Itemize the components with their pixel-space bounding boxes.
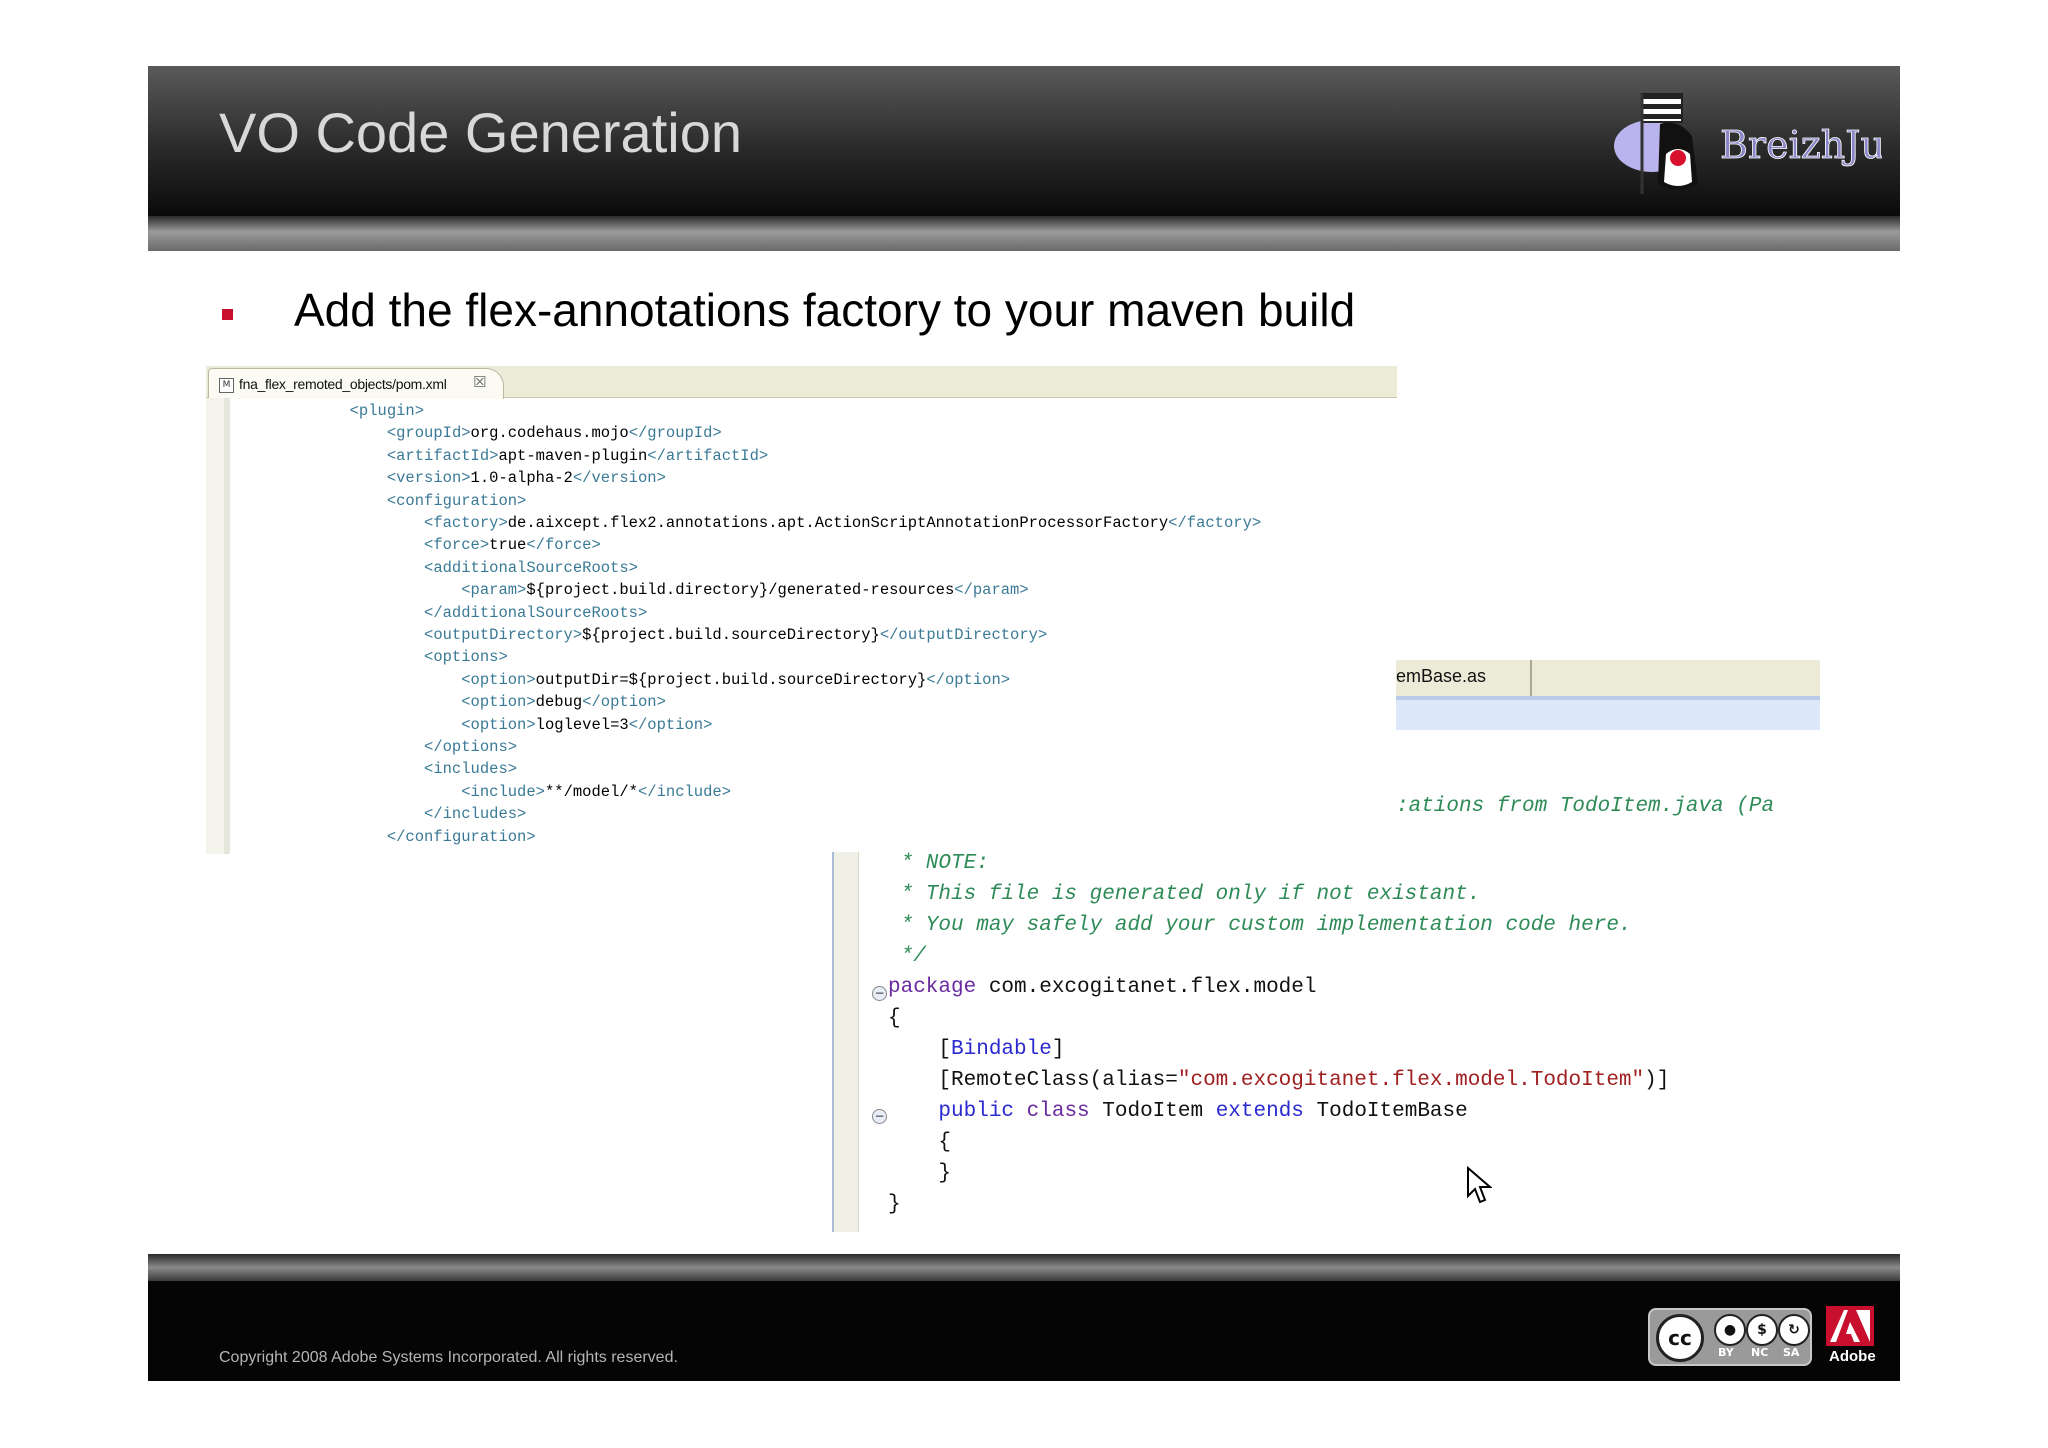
nc-icon: $ — [1746, 1314, 1778, 1346]
code-line: { — [888, 1131, 952, 1154]
footer-band — [148, 1254, 1900, 1281]
maven-file-icon: M — [219, 378, 234, 393]
code-line: <plugin> — [349, 402, 425, 420]
code-line: * You may safely add your custom impleme… — [888, 914, 1632, 937]
tab-pom-xml[interactable]: M fna_flex_remoted_objects/pom.xml ☒ — [208, 368, 504, 399]
code-line: <option>debug</option> — [461, 693, 666, 712]
code-line: <factory>de.aixcept.flex2.annotations.ap… — [424, 514, 1262, 532]
creative-commons-badge: cc ● $ ↻ BY NC SA — [1648, 1308, 1812, 1366]
license-label-by: BY — [1718, 1346, 1734, 1359]
cc-icon: cc — [1656, 1314, 1704, 1362]
tab-label: fna_flex_remoted_objects/pom.xml — [239, 376, 447, 392]
code-line: [RemoteClass(alias="com.excogitanet.flex… — [888, 1069, 1670, 1092]
code-line: */ — [888, 945, 926, 968]
bullet-marker — [222, 309, 233, 320]
code-line: <configuration> — [386, 491, 527, 510]
editor-gutter — [206, 398, 225, 854]
xml-code-area[interactable]: <plugin> <groupId>org.codehaus.mojo</gro… — [238, 400, 1397, 854]
code-line: { — [888, 1007, 901, 1030]
fold-collapse-icon[interactable]: − — [872, 1109, 887, 1124]
slide-title: VO Code Generation — [219, 101, 742, 164]
mouse-pointer-icon — [1467, 1166, 1492, 1204]
code-line: package com.excogitanet.flex.model — [888, 976, 1317, 999]
editor-highlight-strip — [1396, 700, 1820, 730]
code-line: <additionalSourceRoots> — [424, 558, 638, 577]
tab-separator — [1530, 660, 1532, 696]
code-line: </additionalSourceRoots> — [424, 603, 648, 622]
copyright-text: Copyright 2008 Adobe Systems Incorporate… — [219, 1349, 678, 1366]
as-code-area[interactable]: * NOTE: * This file is generated only if… — [888, 852, 1828, 1232]
code-line: [Bindable] — [888, 1038, 1065, 1061]
sa-icon: ↻ — [1778, 1314, 1810, 1346]
close-icon[interactable]: ☒ — [473, 373, 486, 391]
code-line: <force>true</force> — [424, 536, 601, 555]
tab-todoitembase-as[interactable]: emBase.as — [1396, 666, 1486, 687]
code-line: <options> — [424, 648, 508, 667]
license-label-nc: NC — [1751, 1346, 1769, 1359]
code-line: <option>outputDir=${project.build.source… — [461, 670, 1011, 689]
actionscript-editor[interactable]: − − * NOTE: * This file is generated onl… — [832, 852, 1832, 1232]
code-line: </includes> — [424, 805, 527, 824]
code-line: public class TodoItem extends TodoItemBa… — [888, 1100, 1468, 1123]
overview-ruler — [224, 398, 230, 854]
code-line: <outputDirectory>${project.build.sourceD… — [424, 626, 1048, 644]
by-icon: ● — [1714, 1314, 1746, 1346]
duke-mascot-with-breton-flag-icon — [1614, 93, 1698, 194]
logo-wordmark: BreizhJug — [1720, 123, 1882, 167]
code-line: <option>loglevel=3</option> — [461, 715, 713, 734]
editor-gutter — [832, 852, 859, 1232]
code-line: } — [888, 1193, 901, 1216]
code-line: * NOTE: — [888, 852, 989, 875]
code-line: <param>${project.build.directory}/genera… — [461, 581, 1029, 600]
code-line: } — [888, 1162, 952, 1185]
fold-collapse-icon[interactable]: − — [872, 986, 887, 1001]
pom-xml-editor[interactable]: M fna_flex_remoted_objects/pom.xml ☒ <pl… — [206, 366, 1397, 854]
code-line: <artifactId>apt-maven-plugin</artifactId… — [386, 446, 769, 465]
partial-comment-line: :ations from TodoItem.java (Pa — [1396, 795, 1775, 818]
license-label-sa: SA — [1783, 1346, 1800, 1359]
adobe-logo-icon — [1826, 1306, 1874, 1346]
code-line: <groupId>org.codehaus.mojo</groupId> — [386, 424, 722, 443]
code-line: <includes> — [424, 760, 518, 779]
header-band — [148, 216, 1900, 251]
code-line: </options> — [424, 738, 518, 756]
bullet-text: Add the flex-annotations factory to your… — [294, 284, 1356, 336]
code-line: </configuration> — [386, 827, 536, 846]
code-line: <version>1.0-alpha-2</version> — [386, 469, 666, 488]
code-line: <include>**/model/*</include> — [461, 782, 731, 801]
adobe-wordmark: Adobe — [1829, 1348, 1876, 1365]
code-line: * This file is generated only if not exi… — [888, 883, 1481, 906]
breizhjug-logo: BreizhJug — [1614, 93, 1882, 194]
